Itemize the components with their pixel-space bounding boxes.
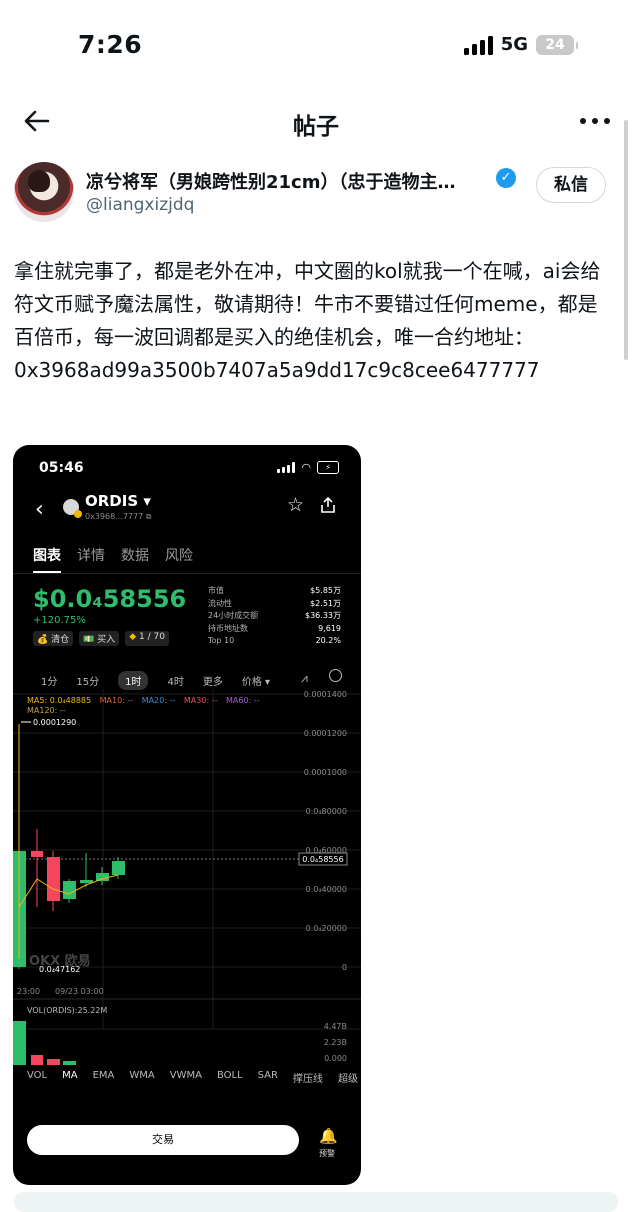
ma120: MA120: -- — [27, 706, 66, 715]
token-address: 0x3968...7777 ⧉ — [85, 512, 152, 521]
network-label: 5G — [500, 34, 528, 55]
axis-label-3: 0.0₄80000 — [306, 807, 347, 816]
token-name: ORDIS ▾ — [85, 492, 151, 510]
status-indicators: 5G 24 — [463, 34, 578, 55]
more-options-icon[interactable] — [580, 118, 610, 124]
embedded-tabs: 图表 详情 数据 风险 — [33, 545, 193, 573]
tab-details: 详情 — [77, 548, 105, 564]
avatar[interactable] — [14, 162, 74, 222]
post-text: 拿住就完事了，都是老外在冲，中文圈的kol就我一个在喊，ai会给符文币赋予魔法属… — [14, 255, 614, 387]
divider — [13, 573, 361, 574]
token-price: $0.0₄58556 — [33, 585, 187, 613]
author-name[interactable]: 凉兮将军（男娘跨性别21cm）（忠于造物主… — [86, 168, 455, 194]
current-price-tag: 0.0₄58556 — [302, 855, 343, 864]
battery-icon: 24 — [536, 34, 578, 55]
tab-data: 数据 — [121, 548, 149, 564]
dm-button[interactable]: 私信 — [536, 167, 606, 203]
wifi-icon: ◠ — [301, 461, 311, 474]
axis-label-7: 0 — [342, 963, 347, 972]
tab-risk: 风险 — [165, 548, 193, 564]
settings-hex-icon — [329, 669, 342, 682]
page-title: 帖子 — [293, 114, 339, 140]
indicator-icon: ⩘ — [301, 671, 308, 685]
indicator-tabs: VOL MA EMA WMA VWMA BOLL SAR 撑压线 超级 — [27, 1070, 358, 1085]
tag-rank: ◆ 1 / 70 — [125, 631, 169, 646]
tag-sell: 💰 清仓 — [33, 631, 74, 646]
watermark: OKX 欧易 — [29, 953, 91, 969]
reply-bar[interactable] — [14, 1192, 618, 1212]
post-body: 拿住就完事了，都是老外在冲，中文圈的kol就我一个在喊，ai会给符文币赋予魔法属… — [14, 259, 601, 349]
ma30: MA30: -- — [183, 696, 218, 705]
candlestick-chart: 0.0001400 0.0001200 0.0001000 0.0₄80000 … — [13, 689, 361, 1065]
ma5: MA5: 0.0₄48885 — [27, 696, 92, 705]
scrollbar[interactable] — [624, 120, 628, 360]
axis-label-1: 0.0001200 — [304, 729, 347, 738]
alert-bell-icon: 🔔 — [319, 1127, 338, 1145]
tab-chart: 图表 — [33, 545, 61, 573]
volume-axis-0: 4.47B — [324, 1022, 347, 1031]
trade-tags: 💰 清仓 💵 买入 ◆ 1 / 70 — [33, 631, 169, 646]
embedded-screenshot[interactable]: 05:46 ◠ ⚡ ‹ ORDIS ▾ 0x3968...7777 ⧉ ☆ 图表… — [13, 445, 361, 1185]
price-change: +120.75% — [33, 615, 86, 626]
stat-values: $5.85万 $2.51万 $36.33万 9,619 20.2% — [305, 586, 341, 645]
embedded-time: 05:46 — [39, 460, 84, 476]
interval-4h: 4时 — [167, 677, 184, 688]
axis-label-5: 0.0₄40000 — [306, 885, 347, 894]
alert-label: 预警 — [319, 1149, 335, 1158]
ma60: MA60: -- — [226, 696, 260, 705]
interval-selector: 1分 15分 1时 4时 更多 价格 ▾ — [41, 671, 270, 690]
signal-icon — [463, 35, 493, 55]
trade-button: 交易 — [27, 1125, 299, 1155]
axis-label-6: 0.0₄20000 — [306, 924, 347, 933]
interval-1m: 1分 — [41, 677, 58, 688]
star-icon: ☆ — [287, 494, 305, 516]
embedded-status-icons: ◠ ⚡ — [277, 461, 339, 474]
embedded-battery-icon: ⚡ — [317, 461, 339, 474]
axis-label-2: 0.0001000 — [304, 768, 347, 777]
high-label: 0.0001290 — [33, 718, 76, 727]
ma-legend: MA5: 0.0₄48885 MA10: -- MA20: -- MA30: -… — [27, 696, 266, 705]
token-logo-icon — [63, 499, 82, 518]
ma10: MA10: -- — [99, 696, 134, 705]
x-label-0: 23:00 — [17, 987, 40, 996]
interval-1h: 1时 — [118, 671, 149, 690]
price-toggle: 价格 ▾ — [241, 677, 271, 688]
contract-address: 0x3968ad99a3500b7407a5a9dd17c9c8cee64777… — [14, 358, 540, 382]
share-icon — [321, 496, 335, 513]
x-label-1: 09/23 03:00 — [55, 987, 104, 996]
interval-15m: 15分 — [76, 677, 100, 688]
stat-labels: 市值 流动性 24小时成交额 持币地址数 Top 10 — [208, 586, 259, 645]
status-time: 7:26 — [78, 30, 143, 59]
axis-label-0: 0.0001400 — [304, 690, 347, 699]
verified-badge-icon: ✓ — [496, 168, 516, 188]
ma20: MA20: -- — [141, 696, 176, 705]
volume-axis-2: 0.000 — [324, 1054, 347, 1063]
tag-buy: 💵 买入 — [79, 631, 120, 646]
embedded-signal-icon — [277, 462, 296, 473]
author-handle[interactable]: @liangxizjdq — [86, 195, 194, 215]
volume-axis-1: 2.23B — [324, 1038, 347, 1047]
interval-more: 更多 — [202, 677, 223, 688]
embedded-back-icon: ‹ — [35, 497, 44, 522]
volume-label: VOL(ORDIS):25.22M — [27, 1006, 107, 1015]
